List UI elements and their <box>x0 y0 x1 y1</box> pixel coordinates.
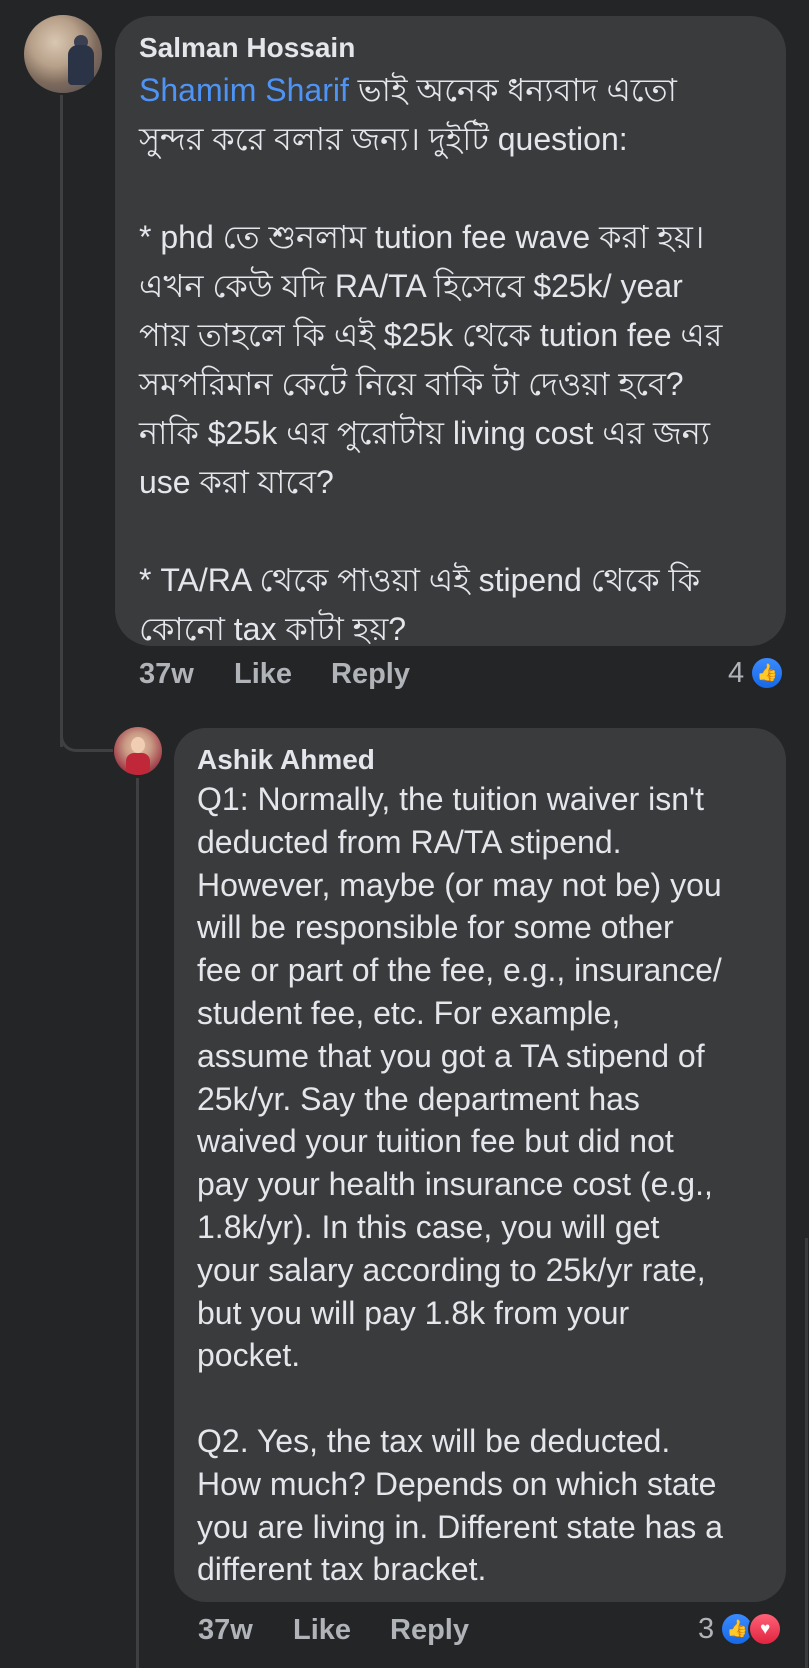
comment-bubble: Salman Hossain Shamim Sharif ভাই অনেক ধন… <box>115 16 786 647</box>
comment-author[interactable]: Ashik Ahmed <box>197 742 762 778</box>
reaction-count: 4 <box>728 656 745 689</box>
reply-button[interactable]: Reply <box>331 658 410 691</box>
comment-text: Shamim Sharif ভাই অনেক ধন্যবাদ এতো সুন্দ… <box>139 66 762 654</box>
thread-line <box>136 778 139 1668</box>
avatar[interactable] <box>114 727 162 775</box>
comment-timestamp[interactable]: 37w <box>139 658 194 691</box>
scrollbar[interactable] <box>805 1238 808 1668</box>
love-icon: ♥ <box>748 1612 783 1646</box>
reply-button[interactable]: Reply <box>390 1614 469 1647</box>
like-button[interactable]: Like <box>293 1614 351 1647</box>
avatar-figure <box>131 737 145 753</box>
comment-timestamp[interactable]: 37w <box>198 1614 253 1647</box>
comment-author[interactable]: Salman Hossain <box>139 30 762 66</box>
comment-body: Q1: Normally, the tuition waiver isn't d… <box>197 781 723 1588</box>
mention-link[interactable]: Shamim Sharif <box>139 72 349 108</box>
reply-connector <box>60 725 113 752</box>
avatar[interactable] <box>24 15 102 93</box>
reaction-summary[interactable]: 3 👍 ♥ <box>698 1612 783 1646</box>
like-icon: 👍 <box>750 656 785 690</box>
comment-body: ভাই অনেক ধন্যবাদ এতো সুন্দর করে বলার জন্… <box>139 72 723 647</box>
like-button[interactable]: Like <box>234 658 292 691</box>
avatar-figure <box>68 45 94 85</box>
reaction-count: 3 <box>698 1612 715 1645</box>
reaction-summary[interactable]: 4 👍 <box>728 656 785 690</box>
thread-line <box>60 95 63 747</box>
comment-bubble: Ashik Ahmed Q1: Normally, the tuition wa… <box>174 728 786 1602</box>
avatar-figure <box>126 753 150 775</box>
